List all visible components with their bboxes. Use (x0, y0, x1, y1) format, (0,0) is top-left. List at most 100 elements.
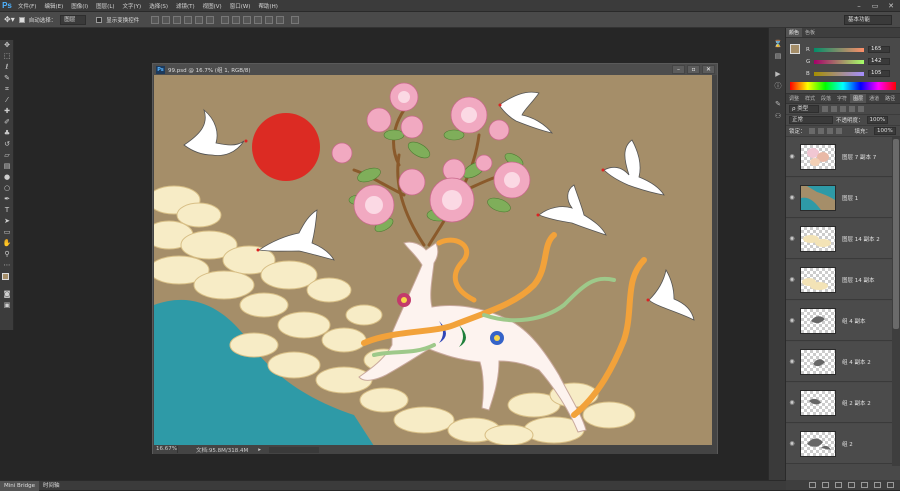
blue-slider[interactable] (814, 71, 864, 76)
layer-row[interactable]: ◉ 组 4 副本 2 (786, 342, 892, 382)
distribute-vcenter-icon[interactable] (232, 15, 241, 24)
doc-maximize-button[interactable]: ▫ (687, 65, 700, 74)
layers-scrollbar-thumb[interactable] (893, 139, 899, 329)
tab-timeline[interactable]: 时间轴 (39, 481, 64, 491)
document-titlebar[interactable]: Ps 99.psd @ 16.7% (组 1, RGB/8) – ▫ ✕ (153, 64, 717, 75)
menu-image[interactable]: 图像(I) (67, 2, 92, 10)
tab-swatches[interactable]: 色板 (802, 28, 818, 37)
visibility-eye-icon[interactable]: ◉ (786, 358, 798, 365)
quick-select-tool-icon[interactable]: ✎ (0, 73, 14, 84)
doc-minimize-button[interactable]: – (672, 65, 685, 74)
delete-layer-icon[interactable] (887, 482, 894, 488)
dodge-tool-icon[interactable]: ○ (0, 183, 14, 194)
distribute-top-icon[interactable] (221, 15, 230, 24)
artwork-canvas[interactable] (154, 75, 712, 446)
filter-type-icon[interactable] (840, 106, 846, 112)
doc-close-button[interactable]: ✕ (702, 65, 715, 74)
move-tool-icon[interactable]: ✥ (0, 40, 14, 51)
add-mask-icon[interactable] (835, 482, 842, 488)
menu-file[interactable]: 文件(F) (14, 2, 40, 10)
distribute-hcenter-icon[interactable] (265, 15, 274, 24)
filter-shape-icon[interactable] (849, 106, 855, 112)
tab-channels[interactable]: 通道 (866, 94, 882, 103)
type-tool-icon[interactable]: T (0, 205, 14, 216)
zoom-tool-icon[interactable]: ⚲ (0, 249, 14, 260)
auto-select-checkbox[interactable] (18, 16, 25, 23)
close-button[interactable]: ✕ (886, 2, 896, 10)
layer-row[interactable]: ◉ 图层 14 副本 2 (786, 219, 892, 259)
more-tools-icon[interactable]: ⋯ (0, 260, 14, 271)
red-slider[interactable] (814, 47, 864, 52)
menu-type[interactable]: 文字(Y) (119, 2, 146, 10)
filter-pixel-icon[interactable] (822, 106, 828, 112)
align-right-icon[interactable] (206, 15, 215, 24)
distribute-left-icon[interactable] (254, 15, 263, 24)
shape-tool-icon[interactable]: ▭ (0, 227, 14, 238)
layer-row[interactable]: ◉ 组 2 副本 2 (786, 383, 892, 423)
align-top-icon[interactable] (151, 15, 160, 24)
brush-tool-icon[interactable]: ✐ (0, 117, 14, 128)
adjustment-layer-icon[interactable] (848, 482, 855, 488)
history-panel-icon[interactable]: ⌛ (769, 38, 787, 50)
filter-smart-icon[interactable] (858, 106, 864, 112)
tab-color[interactable]: 颜色 (786, 28, 803, 37)
align-bottom-icon[interactable] (173, 15, 182, 24)
lock-transparent-icon[interactable] (808, 128, 815, 134)
align-vcenter-icon[interactable] (162, 15, 171, 24)
screen-mode-icon[interactable]: ▣ (0, 300, 14, 311)
menu-filter[interactable]: 滤镜(T) (172, 2, 199, 10)
layer-row[interactable]: ◉ 图层 1 (786, 178, 892, 218)
eraser-tool-icon[interactable]: ▱ (0, 150, 14, 161)
visibility-eye-icon[interactable]: ◉ (786, 153, 798, 160)
menu-window[interactable]: 窗口(W) (226, 2, 255, 10)
menu-help[interactable]: 帮助(H) (254, 2, 281, 10)
tab-paragraph[interactable]: 段落 (818, 94, 834, 103)
show-transform-checkbox[interactable] (96, 16, 103, 23)
auto-select-dropdown[interactable]: 图层 (60, 14, 87, 25)
visibility-eye-icon[interactable]: ◉ (786, 440, 798, 447)
hand-tool-icon[interactable]: ✋ (0, 238, 14, 249)
path-select-tool-icon[interactable]: ➤ (0, 216, 14, 227)
visibility-eye-icon[interactable]: ◉ (786, 399, 798, 406)
marquee-tool-icon[interactable]: ⬚ (0, 51, 14, 62)
opacity-field[interactable]: 100% (866, 116, 889, 124)
tab-mini-bridge[interactable]: Mini Bridge (0, 480, 39, 491)
align-hcenter-icon[interactable] (195, 15, 204, 24)
layer-row[interactable]: ◉ 图层 7 副本 7 (786, 137, 892, 177)
visibility-eye-icon[interactable]: ◉ (786, 194, 798, 201)
layers-scrollbar[interactable] (892, 137, 900, 466)
filter-adjust-icon[interactable] (831, 106, 837, 112)
distribute-bottom-icon[interactable] (243, 15, 252, 24)
brush-panel-icon[interactable]: ✎ (769, 98, 787, 110)
minimize-button[interactable]: – (854, 2, 864, 10)
gradient-tool-icon[interactable]: ▤ (0, 161, 14, 172)
layer-row[interactable]: ◉ 组 4 副本 (786, 301, 892, 341)
horizontal-scrollbar[interactable] (268, 446, 319, 453)
visibility-eye-icon[interactable]: ◉ (786, 317, 798, 324)
status-menu-arrow-icon[interactable]: ▸ (258, 447, 261, 453)
workspace-dropdown[interactable]: 基本功能 (844, 15, 892, 25)
blur-tool-icon[interactable]: ● (0, 172, 14, 183)
auto-align-icon[interactable] (291, 15, 300, 24)
new-group-icon[interactable] (861, 482, 868, 488)
eyedropper-tool-icon[interactable]: ⁄ (0, 95, 14, 106)
foreground-color-swatch[interactable] (790, 44, 800, 54)
healing-brush-tool-icon[interactable]: ✚ (0, 106, 14, 117)
blue-value-field[interactable]: 105 (868, 70, 890, 77)
red-value-field[interactable]: 165 (868, 46, 890, 53)
info-panel-icon[interactable]: ⓘ (769, 80, 787, 92)
fill-field[interactable]: 100% (874, 127, 896, 135)
distribute-right-icon[interactable] (276, 15, 285, 24)
tab-adjustments[interactable]: 调整 (786, 94, 802, 103)
color-spectrum-bar[interactable] (790, 82, 896, 90)
actions-panel-icon[interactable]: ▶ (769, 68, 787, 80)
crop-tool-icon[interactable]: ⌗ (0, 84, 14, 95)
visibility-eye-icon[interactable]: ◉ (786, 235, 798, 242)
lock-all-icon[interactable] (835, 128, 842, 134)
tab-paths[interactable]: 路径 (882, 94, 898, 103)
pen-tool-icon[interactable]: ✒ (0, 194, 14, 205)
visibility-eye-icon[interactable]: ◉ (786, 276, 798, 283)
align-left-icon[interactable] (184, 15, 193, 24)
menu-view[interactable]: 视图(V) (199, 2, 226, 10)
zoom-level-field[interactable]: 16.67% (156, 446, 178, 453)
